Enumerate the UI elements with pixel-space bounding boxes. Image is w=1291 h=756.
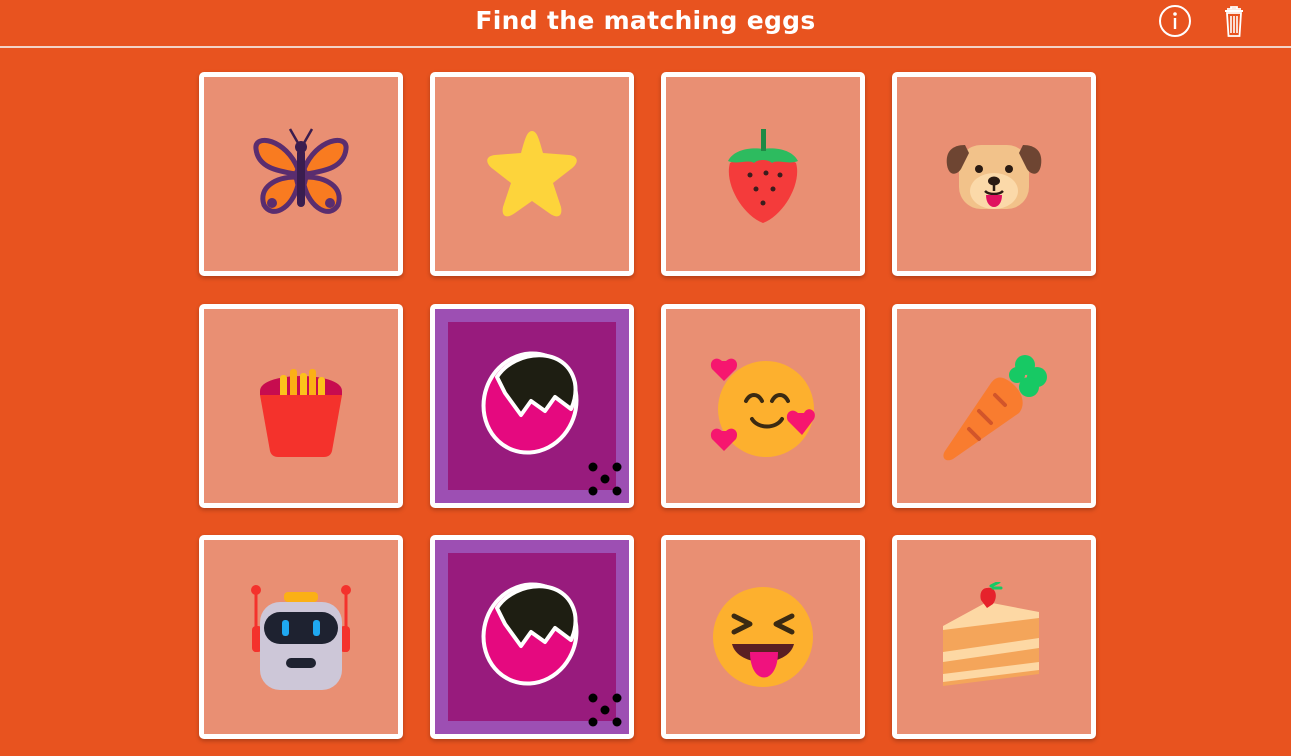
card-smiling-hearts[interactable] bbox=[661, 304, 865, 508]
info-circle-icon bbox=[1159, 5, 1191, 37]
card-cake[interactable] bbox=[892, 535, 1096, 739]
card-hidden-egg[interactable] bbox=[430, 535, 634, 739]
cracked-egg-icon bbox=[481, 582, 579, 686]
card-fries[interactable] bbox=[199, 304, 403, 508]
card-squinting-tongue[interactable] bbox=[661, 535, 865, 739]
card-robot[interactable] bbox=[199, 535, 403, 739]
card-strawberry[interactable] bbox=[661, 72, 865, 276]
cracked-egg-icon bbox=[481, 351, 579, 455]
page-title: Find the matching eggs bbox=[475, 6, 816, 35]
card-dog[interactable] bbox=[892, 72, 1096, 276]
card-butterfly[interactable] bbox=[199, 72, 403, 276]
carrot-icon bbox=[943, 355, 1047, 461]
robot-icon bbox=[251, 585, 351, 690]
info-button[interactable] bbox=[1158, 4, 1192, 38]
trash-can-icon bbox=[1225, 6, 1243, 37]
squinting-face-with-tongue-icon bbox=[713, 587, 813, 687]
dog-face-icon bbox=[946, 145, 1042, 209]
smiling-face-with-hearts-icon bbox=[710, 358, 815, 457]
dice-five-icon bbox=[588, 462, 622, 496]
strawberry-icon bbox=[728, 129, 798, 223]
trash-button[interactable] bbox=[1217, 4, 1251, 38]
dice-five-icon bbox=[588, 693, 622, 727]
card-carrot[interactable] bbox=[892, 304, 1096, 508]
star-icon bbox=[487, 131, 577, 217]
french-fries-icon bbox=[260, 369, 342, 457]
card-hidden-egg[interactable] bbox=[430, 304, 634, 508]
card-star[interactable] bbox=[430, 72, 634, 276]
butterfly-icon bbox=[253, 128, 349, 214]
header-bar: Find the matching eggs bbox=[0, 0, 1291, 48]
cake-slice-icon bbox=[943, 582, 1039, 686]
